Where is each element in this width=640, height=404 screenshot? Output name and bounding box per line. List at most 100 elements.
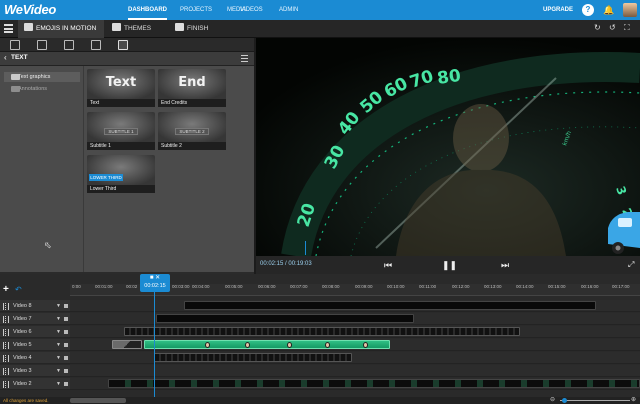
video-preview[interactable]: 30 40 50 60 70 80 20 3 2 1 km/h	[256, 38, 640, 256]
lane-video-2[interactable]	[70, 378, 640, 390]
nav-videos[interactable]: VIDEOS	[240, 0, 263, 20]
add-track-icon[interactable]: +	[3, 284, 9, 295]
speedometer-frame-image: 30 40 50 60 70 80 20 3 2 1 km/h	[256, 38, 640, 256]
tab-edit[interactable]: EMOJIS IN MOTION	[18, 20, 104, 38]
track-header-video-8[interactable]: Video 8 ▼	[0, 300, 70, 312]
track-menu-chevron-icon[interactable]: ▼	[56, 313, 61, 325]
notifications-bell-icon[interactable]: 🔔	[603, 5, 614, 16]
transition-tool-icon[interactable]	[64, 40, 74, 50]
category-annotations[interactable]: Annotations	[4, 84, 80, 94]
timeline-scrollbar[interactable]	[70, 398, 126, 403]
themes-icon	[112, 23, 121, 31]
track-header-video-4[interactable]: Video 4 ▼	[0, 352, 70, 364]
ruler-tick: 00:16:00	[581, 284, 599, 289]
track-toggle[interactable]	[64, 382, 68, 386]
expand-preview-icon[interactable]: ⤢	[628, 260, 634, 270]
track-toggle[interactable]	[64, 317, 68, 321]
folder-icon	[11, 74, 20, 80]
folder-tool-icon[interactable]	[10, 40, 20, 50]
clip[interactable]	[108, 379, 640, 388]
clip[interactable]	[154, 353, 352, 362]
video-track-icon	[3, 368, 9, 375]
track-menu-chevron-icon[interactable]: ▼	[56, 339, 61, 351]
list-view-icon[interactable]	[241, 55, 248, 62]
back-arrow-icon[interactable]: ‹	[4, 53, 7, 62]
playhead-handle[interactable]: ■ ✕ 00:02:15	[140, 274, 170, 292]
clip[interactable]	[156, 314, 414, 323]
video-track-icon	[3, 316, 9, 323]
menu-icon[interactable]	[4, 24, 13, 33]
timeline-undo-icon[interactable]: ↶	[15, 285, 22, 294]
panel-breadcrumb: ‹ TEXT	[0, 52, 256, 66]
nav-projects[interactable]: PROJECTS	[180, 0, 212, 20]
fullscreen-icon[interactable]: ⛶	[624, 23, 630, 33]
track-toggle[interactable]	[64, 343, 68, 347]
track-toggle[interactable]	[64, 369, 68, 373]
media-tool-icon[interactable]	[91, 40, 101, 50]
clip[interactable]	[124, 327, 520, 336]
track-header-video-5[interactable]: Video 5 ▼	[0, 339, 70, 351]
track-menu-chevron-icon[interactable]: ▼	[56, 352, 61, 364]
track-header-video-2[interactable]: Video 2 ▼	[0, 378, 70, 390]
thumb-subtitle-2[interactable]: SUBTITLE 2 Subtitle 2	[158, 112, 226, 150]
lane-video-7[interactable]	[70, 313, 640, 325]
category-text-graphics[interactable]: Text graphics	[4, 72, 80, 82]
thumb-subtitle-1[interactable]: SUBTITLE 1 Subtitle 1	[87, 112, 155, 150]
track-menu-chevron-icon[interactable]: ▼	[56, 300, 61, 312]
track-menu-chevron-icon[interactable]: ▼	[56, 378, 61, 390]
zoom-slider-track[interactable]	[560, 400, 630, 401]
help-icon[interactable]: ?	[582, 4, 594, 16]
lane-video-5[interactable]	[70, 339, 640, 351]
text-tool-icon[interactable]	[118, 40, 128, 50]
lane-video-8[interactable]	[70, 300, 640, 312]
nav-admin[interactable]: ADMIN	[279, 0, 298, 20]
pause-icon[interactable]: ❚❚	[442, 260, 457, 270]
lane-video-6[interactable]	[70, 326, 640, 338]
track-toggle[interactable]	[64, 330, 68, 334]
track-toggle[interactable]	[64, 356, 68, 360]
thumb-lower-third[interactable]: LOWER THIRD Lower Third	[87, 155, 155, 193]
ruler-tick: 00:06:00	[258, 284, 276, 289]
thumb-end-credits[interactable]: End End Credits	[158, 69, 226, 107]
zoom-in-icon[interactable]: ⊕	[631, 396, 636, 403]
lane-video-3[interactable]	[70, 365, 640, 377]
track-header-video-7[interactable]: Video 7 ▼	[0, 313, 70, 325]
nav-dashboard[interactable]: DASHBOARD	[128, 0, 167, 20]
edit-icon	[24, 23, 33, 31]
ruler-tick: 00:15:00	[548, 284, 566, 289]
track-menu-chevron-icon[interactable]: ▼	[56, 365, 61, 377]
thumb-caption: Text	[87, 99, 155, 107]
user-avatar[interactable]	[623, 3, 637, 17]
thumb-text[interactable]: Text Text	[87, 69, 155, 107]
tab-themes[interactable]: THEMES	[112, 20, 151, 38]
track-header-video-6[interactable]: Video 6 ▼	[0, 326, 70, 338]
playhead-line	[154, 292, 155, 400]
preview-scrub-marker[interactable]	[305, 241, 306, 255]
face-thumbnail	[245, 342, 250, 348]
skip-forward-icon[interactable]: ⏭	[501, 260, 509, 270]
editor-tabs-bar: EMOJIS IN MOTION THEMES FINISH ↻ ↺ ⛶	[0, 20, 640, 38]
undo-icon[interactable]: ↻	[594, 23, 601, 32]
skip-back-icon[interactable]: ⏮	[384, 260, 392, 270]
face-thumbnail	[287, 342, 292, 348]
track-toggle[interactable]	[64, 304, 68, 308]
playhead-time: 00:02:15	[144, 283, 166, 289]
wevideo-logo[interactable]: WeVideo	[4, 2, 56, 17]
lane-video-4[interactable]	[70, 352, 640, 364]
face-thumbnail	[363, 342, 368, 348]
ruler-tick: 00:05:00	[225, 284, 243, 289]
video-track-icon	[3, 342, 9, 349]
ruler-tick: 0:00	[72, 284, 81, 289]
image-tool-icon[interactable]	[37, 40, 47, 50]
upgrade-button[interactable]: UPGRADE	[543, 0, 573, 20]
zoom-slider-knob[interactable]	[562, 398, 567, 403]
redo-icon[interactable]: ↺	[609, 23, 616, 32]
clip-selected[interactable]	[144, 340, 390, 349]
tab-finish[interactable]: FINISH	[175, 20, 208, 38]
zoom-out-icon[interactable]: ⊖	[550, 396, 555, 403]
clip[interactable]	[184, 301, 596, 310]
clip-transition[interactable]	[112, 340, 142, 349]
ruler-tick: 00:13:00	[484, 284, 502, 289]
track-header-video-3[interactable]: Video 3 ▼	[0, 365, 70, 377]
track-menu-chevron-icon[interactable]: ▼	[56, 326, 61, 338]
